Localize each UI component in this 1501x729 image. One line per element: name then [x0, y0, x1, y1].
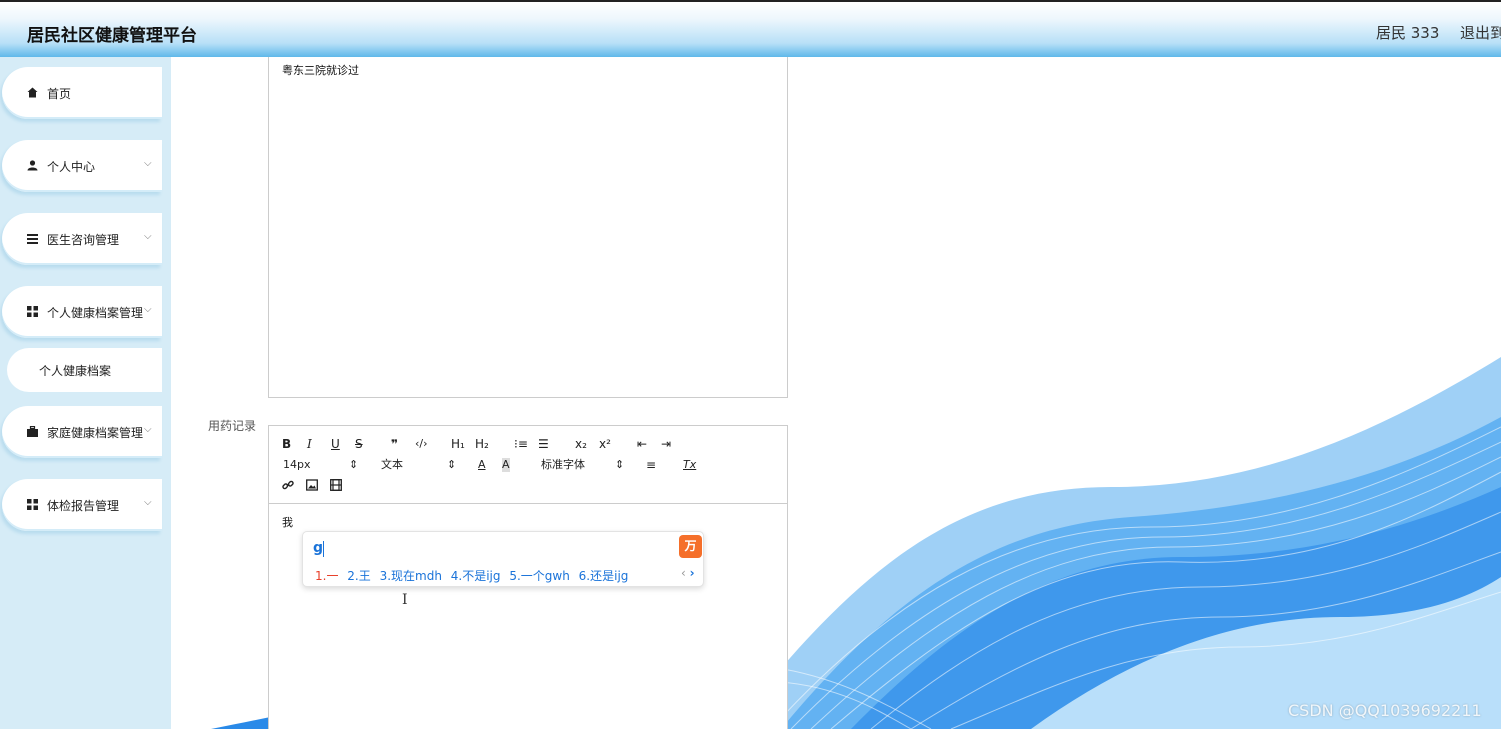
user-name: 居民 333	[1376, 24, 1440, 42]
subscript-button[interactable]: x₂	[575, 437, 587, 451]
ime-input-text: g	[313, 540, 324, 556]
ime-candidate[interactable]: 3.现在mdh	[380, 569, 442, 583]
sidebar-item-checkup-report[interactable]: 体检报告管理 ⌵	[2, 479, 162, 531]
grid-icon	[27, 499, 39, 511]
text-cursor-icon: I	[402, 592, 408, 608]
align-button[interactable]: ≡	[646, 458, 656, 472]
sidebar-item-label: 体检报告管理	[47, 499, 120, 513]
ordered-list-button[interactable]: ⁝≡	[514, 437, 528, 451]
chevron-down-icon: ⌵	[144, 497, 152, 508]
ime-candidates: 1.一 2.王 3.现在mdh 4.不是ijg 5.一个gwh 6.还是ijg	[315, 567, 633, 584]
indent-button[interactable]: ⇥	[661, 437, 671, 451]
home-icon	[27, 87, 39, 99]
sidebar: 首页 个人中心 ⌵ 医生咨询管理 ⌵ 个人健康档案管理 ⌵ 个人健康档案 家庭健…	[0, 57, 171, 729]
logout-link[interactable]: 退出到	[1460, 22, 1501, 43]
history-editor[interactable]: 粤东三院就诊过	[268, 57, 788, 398]
list-icon	[27, 233, 39, 245]
ime-candidate[interactable]: 4.不是ijg	[451, 569, 501, 583]
briefcase-icon	[27, 425, 39, 438]
image-icon[interactable]	[306, 479, 318, 494]
ime-candidate[interactable]: 1.一	[315, 569, 338, 583]
watermark: CSDN @QQ1039692211	[1288, 701, 1482, 720]
underline-button[interactable]: U	[331, 437, 340, 451]
ime-page-nav: ‹ ›	[681, 566, 695, 580]
user-icon	[27, 160, 39, 172]
ime-caret	[323, 541, 324, 557]
h2-button[interactable]: H₂	[475, 437, 489, 451]
background-color-button[interactable]: A	[502, 458, 510, 472]
ime-logo-icon[interactable]: 万	[679, 535, 702, 558]
sidebar-subitem-label: 个人健康档案	[39, 364, 112, 378]
strike-button[interactable]: S	[355, 437, 363, 451]
ime-candidate[interactable]: 5.一个gwh	[509, 569, 570, 583]
chevron-down-icon: ⌵	[144, 424, 152, 435]
medication-editor-content[interactable]: 我	[282, 514, 293, 530]
sidebar-item-label: 家庭健康档案管理	[47, 426, 144, 440]
font-family-select[interactable]: 标准字体	[541, 458, 585, 472]
sort-icon[interactable]: ⇕	[349, 458, 358, 472]
sort-icon[interactable]: ⇕	[447, 458, 456, 472]
chevron-down-icon: ⌵	[144, 158, 152, 169]
font-size-select[interactable]: 14px	[283, 458, 311, 472]
h1-button[interactable]: H₁	[451, 437, 465, 451]
bold-button[interactable]: B	[282, 437, 291, 451]
code-button[interactable]: ‹/›	[415, 437, 428, 451]
ime-candidate[interactable]: 2.王	[347, 569, 370, 583]
clear-format-button[interactable]: Tx	[683, 458, 696, 472]
editor-toolbar: B I U S ❞ ‹/› H₁ H₂ ⁝≡ ☰ x₂ x² ⇤ ⇥ 14px …	[269, 426, 787, 504]
sidebar-subitem-health-record[interactable]: 个人健康档案	[7, 348, 162, 392]
ime-candidate-popup: g 万 1.一 2.王 3.现在mdh 4.不是ijg 5.一个gwh 6.还是…	[302, 531, 704, 587]
sidebar-item-health-record[interactable]: 个人健康档案管理 ⌵	[2, 286, 162, 338]
sidebar-item-doctor-consult[interactable]: 医生咨询管理 ⌵	[2, 213, 162, 265]
link-icon[interactable]	[282, 479, 294, 494]
paragraph-select[interactable]: 文本	[381, 458, 403, 472]
sidebar-item-label: 医生咨询管理	[47, 233, 120, 247]
outdent-button[interactable]: ⇤	[637, 437, 647, 451]
ime-candidate[interactable]: 6.还是ijg	[579, 569, 629, 583]
chevron-down-icon: ⌵	[144, 231, 152, 242]
sidebar-item-label: 个人中心	[47, 160, 96, 174]
font-color-button[interactable]: A	[478, 458, 486, 472]
video-icon[interactable]	[330, 479, 342, 494]
top-header: 居民社区健康管理平台 居民 333 退出到	[0, 0, 1501, 57]
sidebar-item-label: 个人健康档案管理	[47, 306, 144, 320]
sidebar-item-home[interactable]: 首页	[2, 67, 162, 119]
sidebar-item-family-record[interactable]: 家庭健康档案管理 ⌵	[2, 406, 162, 458]
chevron-left-icon[interactable]: ‹	[681, 566, 686, 580]
history-editor-content[interactable]: 粤东三院就诊过	[282, 62, 359, 78]
chevron-right-icon[interactable]: ›	[690, 566, 695, 580]
chevron-down-icon: ⌵	[144, 304, 152, 315]
superscript-button[interactable]: x²	[599, 437, 611, 451]
app-title: 居民社区健康管理平台	[27, 26, 197, 46]
bullet-list-button[interactable]: ☰	[538, 437, 549, 451]
sort-icon[interactable]: ⇕	[615, 458, 624, 472]
blockquote-button[interactable]: ❞	[391, 437, 398, 451]
italic-button[interactable]: I	[307, 437, 312, 451]
sidebar-item-personal-center[interactable]: 个人中心 ⌵	[2, 140, 162, 192]
grid-icon	[27, 306, 39, 318]
medication-label: 用药记录	[208, 419, 257, 433]
sidebar-item-label: 首页	[47, 87, 72, 101]
